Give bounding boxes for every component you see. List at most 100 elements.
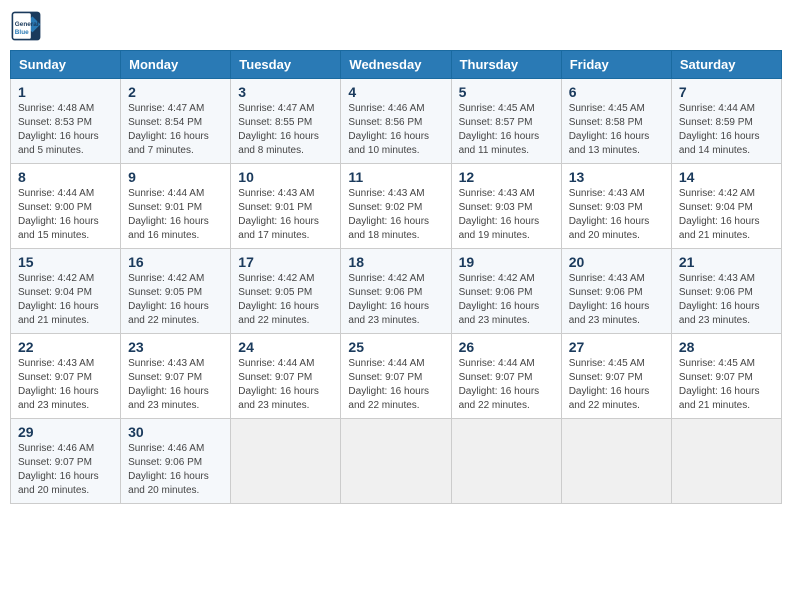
weekday-tuesday: Tuesday bbox=[231, 51, 341, 79]
day-number: 28 bbox=[679, 339, 774, 355]
calendar-cell: 14 Sunrise: 4:42 AM Sunset: 9:04 PM Dayl… bbox=[671, 164, 781, 249]
day-number: 18 bbox=[348, 254, 443, 270]
day-number: 23 bbox=[128, 339, 223, 355]
day-number: 14 bbox=[679, 169, 774, 185]
day-info: Sunrise: 4:46 AM Sunset: 9:07 PM Dayligh… bbox=[18, 442, 113, 498]
day-info: Sunrise: 4:42 AM Sunset: 9:05 PM Dayligh… bbox=[128, 272, 223, 328]
day-number: 7 bbox=[679, 84, 774, 100]
day-info: Sunrise: 4:45 AM Sunset: 8:57 PM Dayligh… bbox=[459, 102, 554, 158]
calendar-cell: 4 Sunrise: 4:46 AM Sunset: 8:56 PM Dayli… bbox=[341, 79, 451, 164]
calendar-cell: 22 Sunrise: 4:43 AM Sunset: 9:07 PM Dayl… bbox=[11, 334, 121, 419]
day-number: 21 bbox=[679, 254, 774, 270]
calendar-cell bbox=[451, 419, 561, 504]
calendar-cell: 29 Sunrise: 4:46 AM Sunset: 9:07 PM Dayl… bbox=[11, 419, 121, 504]
calendar-cell: 19 Sunrise: 4:42 AM Sunset: 9:06 PM Dayl… bbox=[451, 249, 561, 334]
calendar-cell: 17 Sunrise: 4:42 AM Sunset: 9:05 PM Dayl… bbox=[231, 249, 341, 334]
page-header: General Blue bbox=[10, 10, 782, 42]
calendar-cell: 2 Sunrise: 4:47 AM Sunset: 8:54 PM Dayli… bbox=[121, 79, 231, 164]
calendar-cell: 7 Sunrise: 4:44 AM Sunset: 8:59 PM Dayli… bbox=[671, 79, 781, 164]
day-info: Sunrise: 4:43 AM Sunset: 9:01 PM Dayligh… bbox=[238, 187, 333, 243]
calendar-cell: 28 Sunrise: 4:45 AM Sunset: 9:07 PM Dayl… bbox=[671, 334, 781, 419]
day-info: Sunrise: 4:45 AM Sunset: 8:58 PM Dayligh… bbox=[569, 102, 664, 158]
day-number: 22 bbox=[18, 339, 113, 355]
weekday-wednesday: Wednesday bbox=[341, 51, 451, 79]
calendar-cell: 9 Sunrise: 4:44 AM Sunset: 9:01 PM Dayli… bbox=[121, 164, 231, 249]
day-number: 17 bbox=[238, 254, 333, 270]
day-number: 19 bbox=[459, 254, 554, 270]
calendar-cell: 25 Sunrise: 4:44 AM Sunset: 9:07 PM Dayl… bbox=[341, 334, 451, 419]
day-info: Sunrise: 4:46 AM Sunset: 8:56 PM Dayligh… bbox=[348, 102, 443, 158]
calendar-header: SundayMondayTuesdayWednesdayThursdayFrid… bbox=[11, 51, 782, 79]
calendar-cell: 27 Sunrise: 4:45 AM Sunset: 9:07 PM Dayl… bbox=[561, 334, 671, 419]
day-info: Sunrise: 4:43 AM Sunset: 9:02 PM Dayligh… bbox=[348, 187, 443, 243]
calendar-body: 1 Sunrise: 4:48 AM Sunset: 8:53 PM Dayli… bbox=[11, 79, 782, 504]
calendar-cell: 13 Sunrise: 4:43 AM Sunset: 9:03 PM Dayl… bbox=[561, 164, 671, 249]
calendar-cell: 6 Sunrise: 4:45 AM Sunset: 8:58 PM Dayli… bbox=[561, 79, 671, 164]
day-info: Sunrise: 4:47 AM Sunset: 8:54 PM Dayligh… bbox=[128, 102, 223, 158]
svg-text:Blue: Blue bbox=[15, 29, 29, 36]
calendar-cell: 3 Sunrise: 4:47 AM Sunset: 8:55 PM Dayli… bbox=[231, 79, 341, 164]
calendar-cell: 26 Sunrise: 4:44 AM Sunset: 9:07 PM Dayl… bbox=[451, 334, 561, 419]
logo-icon: General Blue bbox=[10, 10, 42, 42]
day-number: 15 bbox=[18, 254, 113, 270]
day-number: 10 bbox=[238, 169, 333, 185]
calendar-cell: 1 Sunrise: 4:48 AM Sunset: 8:53 PM Dayli… bbox=[11, 79, 121, 164]
day-info: Sunrise: 4:44 AM Sunset: 8:59 PM Dayligh… bbox=[679, 102, 774, 158]
calendar-cell: 24 Sunrise: 4:44 AM Sunset: 9:07 PM Dayl… bbox=[231, 334, 341, 419]
day-info: Sunrise: 4:42 AM Sunset: 9:05 PM Dayligh… bbox=[238, 272, 333, 328]
day-info: Sunrise: 4:43 AM Sunset: 9:07 PM Dayligh… bbox=[128, 357, 223, 413]
day-info: Sunrise: 4:44 AM Sunset: 9:01 PM Dayligh… bbox=[128, 187, 223, 243]
day-number: 11 bbox=[348, 169, 443, 185]
day-info: Sunrise: 4:43 AM Sunset: 9:03 PM Dayligh… bbox=[569, 187, 664, 243]
weekday-sunday: Sunday bbox=[11, 51, 121, 79]
week-row-3: 15 Sunrise: 4:42 AM Sunset: 9:04 PM Dayl… bbox=[11, 249, 782, 334]
day-info: Sunrise: 4:43 AM Sunset: 9:06 PM Dayligh… bbox=[679, 272, 774, 328]
day-number: 5 bbox=[459, 84, 554, 100]
calendar-cell: 18 Sunrise: 4:42 AM Sunset: 9:06 PM Dayl… bbox=[341, 249, 451, 334]
calendar-cell bbox=[671, 419, 781, 504]
calendar-table: SundayMondayTuesdayWednesdayThursdayFrid… bbox=[10, 50, 782, 504]
day-info: Sunrise: 4:43 AM Sunset: 9:03 PM Dayligh… bbox=[459, 187, 554, 243]
calendar-cell bbox=[561, 419, 671, 504]
svg-text:General: General bbox=[15, 21, 39, 28]
day-info: Sunrise: 4:45 AM Sunset: 9:07 PM Dayligh… bbox=[569, 357, 664, 413]
day-number: 30 bbox=[128, 424, 223, 440]
day-info: Sunrise: 4:44 AM Sunset: 9:07 PM Dayligh… bbox=[348, 357, 443, 413]
day-info: Sunrise: 4:44 AM Sunset: 9:07 PM Dayligh… bbox=[238, 357, 333, 413]
day-number: 13 bbox=[569, 169, 664, 185]
calendar-cell: 21 Sunrise: 4:43 AM Sunset: 9:06 PM Dayl… bbox=[671, 249, 781, 334]
calendar-cell: 16 Sunrise: 4:42 AM Sunset: 9:05 PM Dayl… bbox=[121, 249, 231, 334]
week-row-5: 29 Sunrise: 4:46 AM Sunset: 9:07 PM Dayl… bbox=[11, 419, 782, 504]
day-number: 2 bbox=[128, 84, 223, 100]
calendar-cell bbox=[231, 419, 341, 504]
day-info: Sunrise: 4:44 AM Sunset: 9:00 PM Dayligh… bbox=[18, 187, 113, 243]
weekday-saturday: Saturday bbox=[671, 51, 781, 79]
weekday-friday: Friday bbox=[561, 51, 671, 79]
day-number: 8 bbox=[18, 169, 113, 185]
day-number: 16 bbox=[128, 254, 223, 270]
day-info: Sunrise: 4:45 AM Sunset: 9:07 PM Dayligh… bbox=[679, 357, 774, 413]
day-number: 20 bbox=[569, 254, 664, 270]
weekday-thursday: Thursday bbox=[451, 51, 561, 79]
calendar-cell bbox=[341, 419, 451, 504]
day-info: Sunrise: 4:48 AM Sunset: 8:53 PM Dayligh… bbox=[18, 102, 113, 158]
week-row-2: 8 Sunrise: 4:44 AM Sunset: 9:00 PM Dayli… bbox=[11, 164, 782, 249]
day-number: 29 bbox=[18, 424, 113, 440]
day-number: 1 bbox=[18, 84, 113, 100]
day-info: Sunrise: 4:42 AM Sunset: 9:04 PM Dayligh… bbox=[679, 187, 774, 243]
calendar-cell: 30 Sunrise: 4:46 AM Sunset: 9:06 PM Dayl… bbox=[121, 419, 231, 504]
day-info: Sunrise: 4:43 AM Sunset: 9:07 PM Dayligh… bbox=[18, 357, 113, 413]
day-number: 26 bbox=[459, 339, 554, 355]
week-row-4: 22 Sunrise: 4:43 AM Sunset: 9:07 PM Dayl… bbox=[11, 334, 782, 419]
day-number: 4 bbox=[348, 84, 443, 100]
calendar-cell: 20 Sunrise: 4:43 AM Sunset: 9:06 PM Dayl… bbox=[561, 249, 671, 334]
weekday-header-row: SundayMondayTuesdayWednesdayThursdayFrid… bbox=[11, 51, 782, 79]
calendar-cell: 15 Sunrise: 4:42 AM Sunset: 9:04 PM Dayl… bbox=[11, 249, 121, 334]
day-info: Sunrise: 4:47 AM Sunset: 8:55 PM Dayligh… bbox=[238, 102, 333, 158]
weekday-monday: Monday bbox=[121, 51, 231, 79]
calendar-cell: 5 Sunrise: 4:45 AM Sunset: 8:57 PM Dayli… bbox=[451, 79, 561, 164]
calendar-cell: 12 Sunrise: 4:43 AM Sunset: 9:03 PM Dayl… bbox=[451, 164, 561, 249]
day-number: 3 bbox=[238, 84, 333, 100]
day-number: 6 bbox=[569, 84, 664, 100]
calendar-cell: 8 Sunrise: 4:44 AM Sunset: 9:00 PM Dayli… bbox=[11, 164, 121, 249]
